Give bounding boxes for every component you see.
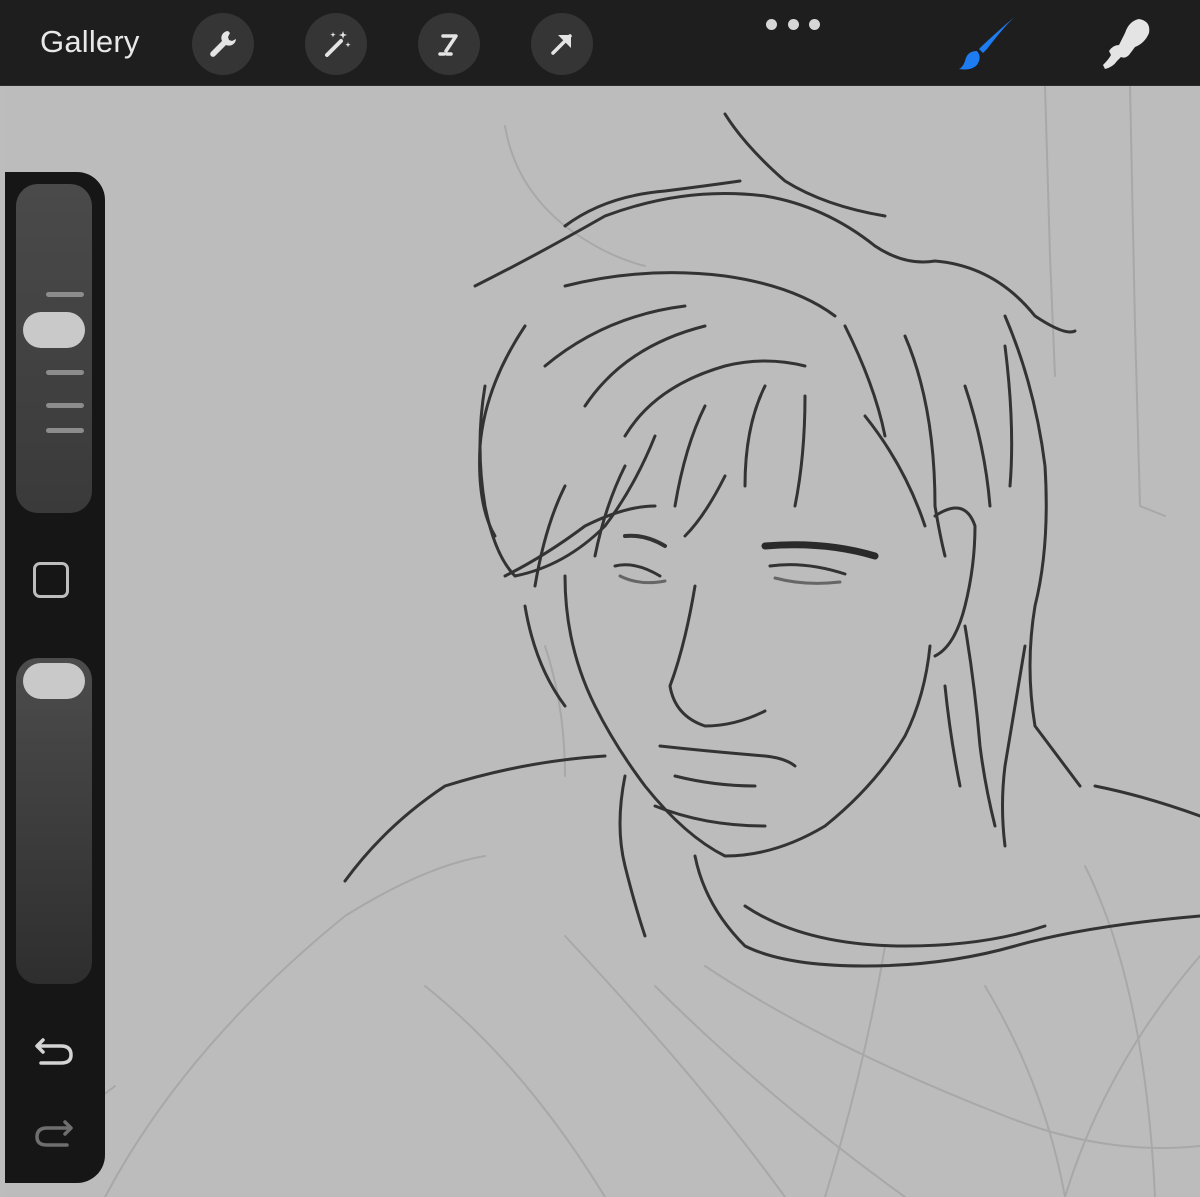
size-tick bbox=[46, 370, 84, 375]
brush-sidebar bbox=[5, 172, 105, 1183]
smudge-icon bbox=[1103, 19, 1150, 69]
redo-button[interactable] bbox=[31, 1112, 77, 1152]
paint-brush-button[interactable] bbox=[955, 12, 1019, 74]
transform-arrow-icon bbox=[551, 34, 572, 55]
brush-size-thumb[interactable] bbox=[23, 312, 85, 348]
transform-button[interactable] bbox=[531, 13, 593, 75]
drawing-canvas[interactable] bbox=[5, 86, 1200, 1197]
selection-icon bbox=[438, 34, 458, 56]
opacity-thumb[interactable] bbox=[23, 663, 85, 699]
wrench-icon bbox=[210, 31, 236, 57]
brush-size-slider[interactable] bbox=[16, 184, 92, 513]
opacity-slider[interactable] bbox=[16, 658, 92, 984]
modify-button[interactable] bbox=[33, 562, 69, 598]
smudge-button[interactable] bbox=[1093, 12, 1157, 74]
sketch-artwork bbox=[5, 86, 1200, 1197]
magic-wand-icon bbox=[325, 31, 351, 57]
actions-button[interactable] bbox=[192, 13, 254, 75]
size-tick bbox=[46, 292, 84, 297]
size-tick bbox=[46, 428, 84, 433]
top-toolbar: Gallery bbox=[0, 0, 1200, 86]
undo-button[interactable] bbox=[31, 1030, 77, 1070]
redo-icon bbox=[35, 1120, 73, 1147]
size-tick bbox=[46, 403, 84, 408]
adjustments-button[interactable] bbox=[305, 13, 367, 75]
undo-icon bbox=[35, 1038, 73, 1065]
selection-button[interactable] bbox=[418, 13, 480, 75]
brush-icon bbox=[959, 17, 1015, 70]
gallery-button[interactable]: Gallery bbox=[40, 22, 140, 62]
more-dots-icon[interactable] bbox=[766, 14, 820, 34]
